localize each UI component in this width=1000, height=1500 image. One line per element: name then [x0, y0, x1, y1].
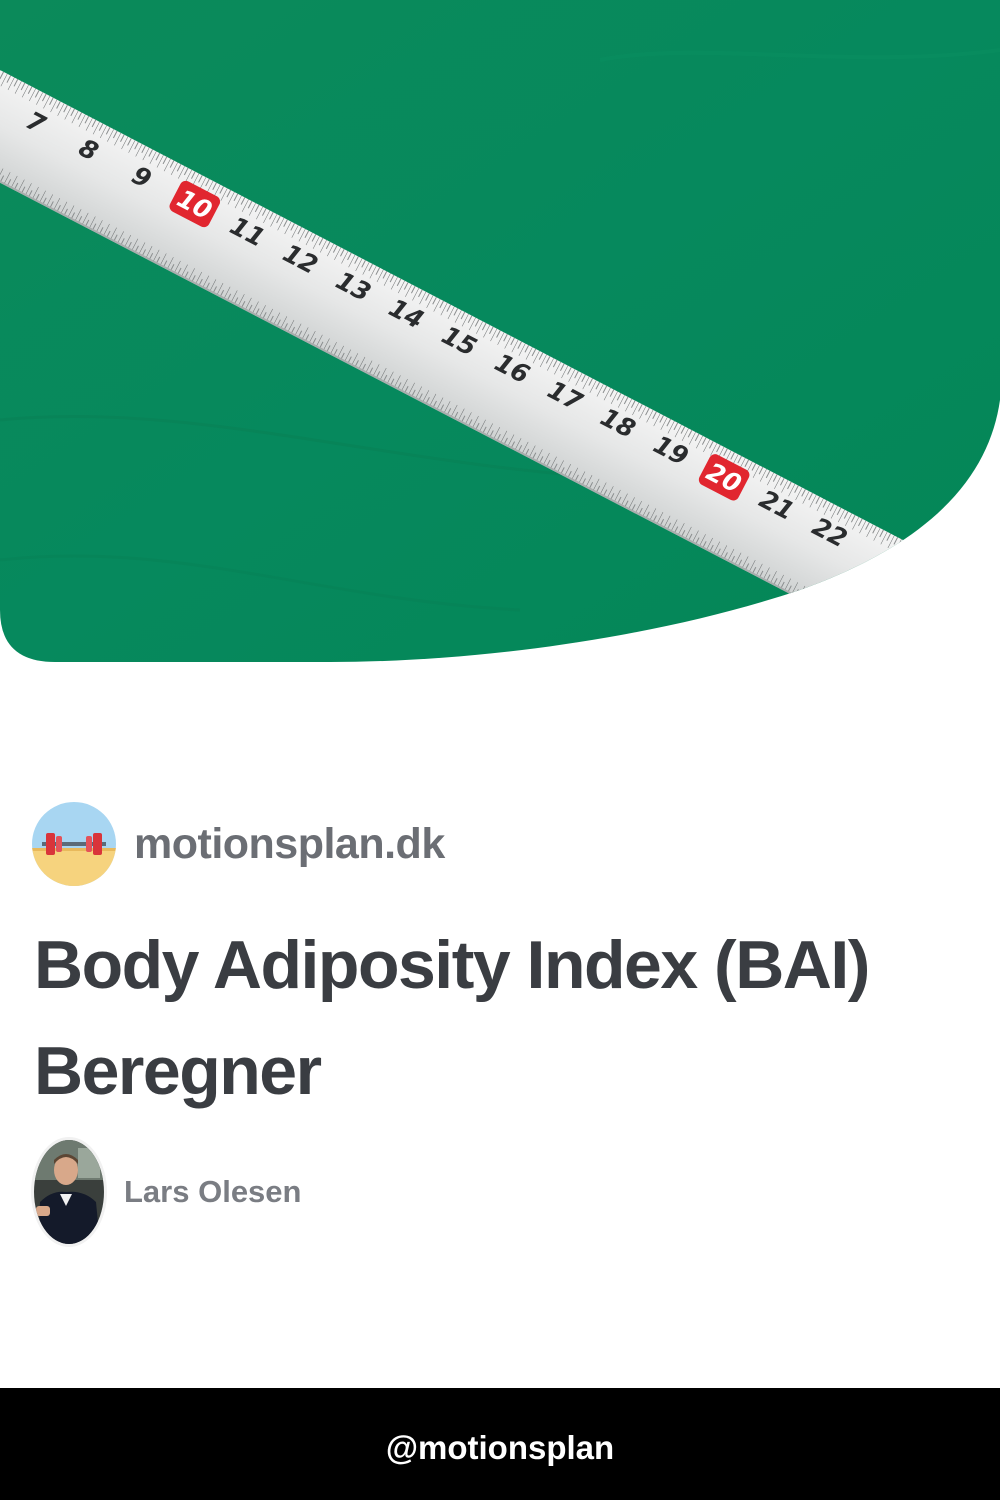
pin-card: 7 8 9 10 11 12 13 14 15 16 17 18 19 20 21 22 motionspla… — [0, 0, 1000, 1500]
author-name: Lars Olesen — [124, 1174, 302, 1209]
measuring-tape-icon: 78910111213141516171819202122 — [0, 0, 1000, 662]
hero-image: 7 8 9 10 11 12 13 14 15 16 17 18 19 20 21 22 — [0, 0, 1000, 662]
author[interactable]: Lars Olesen — [34, 1140, 301, 1244]
barbell-logo-icon — [32, 802, 116, 886]
social-handle[interactable]: @motionsplan — [386, 1429, 614, 1467]
site-header[interactable]: motionsplan.dk — [32, 802, 445, 886]
footer-bar: @motionsplan — [0, 1388, 1000, 1500]
article-title[interactable]: Body Adiposity Index (BAI) Beregner — [34, 912, 964, 1124]
site-name: motionsplan.dk — [134, 819, 445, 868]
author-avatar — [34, 1140, 104, 1244]
